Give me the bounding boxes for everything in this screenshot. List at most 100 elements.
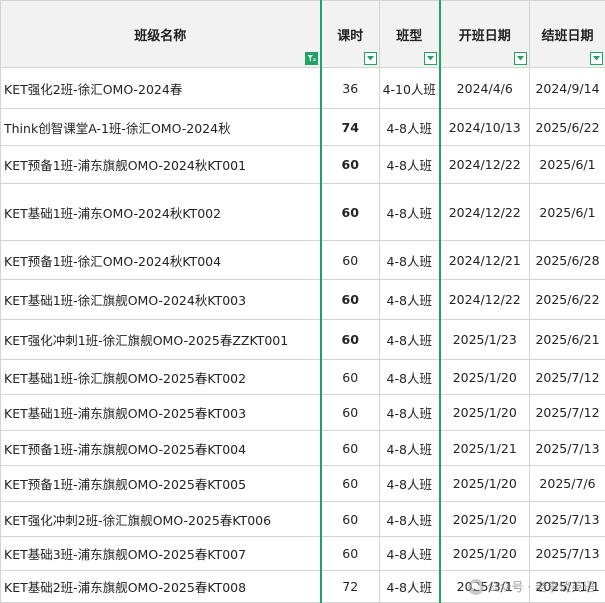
table-row[interactable]: KET预备1班-浦东旗舰OMO-2025春KT004604-8人班2025/1/… <box>1 431 605 466</box>
cell-class-type[interactable]: 4-8人班 <box>380 571 440 603</box>
cell-end-date[interactable]: 2024/9/14 <box>530 68 605 109</box>
cell-class-name[interactable]: KET基础1班-徐汇旗舰OMO-2024秋KT003 <box>1 280 321 320</box>
cell-class-type[interactable]: 4-8人班 <box>380 146 440 184</box>
cell-end-date[interactable]: 2025/11/1 <box>530 571 605 603</box>
cell-class-name[interactable]: KET预备1班-浦东旗舰OMO-2025春KT005 <box>1 466 321 502</box>
header-row: 班级名称 课时 班型 <box>1 1 605 68</box>
cell-class-name[interactable]: KET预备1班-浦东旗舰OMO-2025春KT004 <box>1 431 321 466</box>
table-row[interactable]: KET基础1班-徐汇旗舰OMO-2024秋KT003604-8人班2024/12… <box>1 280 605 320</box>
class-table: 班级名称 课时 班型 <box>0 0 605 603</box>
cell-end-date[interactable]: 2025/7/6 <box>530 466 605 502</box>
cell-end-date[interactable]: 2025/7/13 <box>530 502 605 537</box>
table-row[interactable]: KET基础3班-浦东旗舰OMO-2025春KT007604-8人班2025/1/… <box>1 537 605 571</box>
header-hours[interactable]: 课时 <box>321 1 380 68</box>
cell-end-date[interactable]: 2025/6/22 <box>530 109 605 146</box>
cell-start-date[interactable]: 2025/1/20 <box>440 466 530 502</box>
cell-class-name[interactable]: Think创智课堂A-1班-徐汇OMO-2024秋 <box>1 109 321 146</box>
cell-class-name[interactable]: KET强化冲刺2班-徐汇旗舰OMO-2025春KT006 <box>1 502 321 537</box>
table-row[interactable]: KET基础1班-浦东旗舰OMO-2025春KT003604-8人班2025/1/… <box>1 395 605 431</box>
cell-end-date[interactable]: 2025/7/13 <box>530 431 605 466</box>
header-label: 班级名称 <box>134 29 186 44</box>
cell-end-date[interactable]: 2025/6/21 <box>530 320 605 360</box>
cell-hours[interactable]: 36 <box>321 68 380 109</box>
cell-start-date[interactable]: 2024/12/22 <box>440 280 530 320</box>
cell-class-name[interactable]: KET基础2班-浦东旗舰OMO-2025春KT008 <box>1 571 321 603</box>
table-row[interactable]: KET预备1班-浦东旗舰OMO-2025春KT005604-8人班2025/1/… <box>1 466 605 502</box>
cell-class-type[interactable]: 4-8人班 <box>380 537 440 571</box>
filter-dropdown-icon[interactable] <box>514 52 527 65</box>
cell-class-name[interactable]: KET强化冲刺1班-徐汇旗舰OMO-2025春ZZKT001 <box>1 320 321 360</box>
cell-start-date[interactable]: 2025/1/20 <box>440 360 530 395</box>
cell-hours[interactable]: 60 <box>321 360 380 395</box>
header-label: 开班日期 <box>459 29 511 44</box>
table-row[interactable]: Think创智课堂A-1班-徐汇OMO-2024秋744-8人班2024/10/… <box>1 109 605 146</box>
cell-class-name[interactable]: KET强化2班-徐汇OMO-2024春 <box>1 68 321 109</box>
cell-class-type[interactable]: 4-8人班 <box>380 431 440 466</box>
cell-end-date[interactable]: 2025/6/1 <box>530 146 605 184</box>
header-start-date[interactable]: 开班日期 <box>440 1 530 68</box>
header-end-date[interactable]: 结班日期 <box>530 1 605 68</box>
cell-start-date[interactable]: 2024/12/22 <box>440 184 530 241</box>
cell-class-type[interactable]: 4-8人班 <box>380 109 440 146</box>
cell-class-type[interactable]: 4-8人班 <box>380 466 440 502</box>
cell-end-date[interactable]: 2025/7/12 <box>530 395 605 431</box>
cell-end-date[interactable]: 2025/7/13 <box>530 537 605 571</box>
header-label: 班型 <box>396 29 422 44</box>
cell-hours[interactable]: 60 <box>321 395 380 431</box>
cell-hours[interactable]: 74 <box>321 109 380 146</box>
table-row[interactable]: KET强化冲刺1班-徐汇旗舰OMO-2025春ZZKT001604-8人班202… <box>1 320 605 360</box>
cell-start-date[interactable]: 2024/12/22 <box>440 146 530 184</box>
cell-start-date[interactable]: 2025/1/21 <box>440 431 530 466</box>
cell-class-type[interactable]: 4-8人班 <box>380 502 440 537</box>
cell-class-type[interactable]: 4-8人班 <box>380 395 440 431</box>
cell-end-date[interactable]: 2025/6/1 <box>530 184 605 241</box>
cell-hours[interactable]: 60 <box>321 431 380 466</box>
cell-class-name[interactable]: KET基础1班-浦东旗舰OMO-2025春KT003 <box>1 395 321 431</box>
cell-start-date[interactable]: 2025/1/20 <box>440 537 530 571</box>
cell-start-date[interactable]: 2025/3/1 <box>440 571 530 603</box>
cell-start-date[interactable]: 2025/1/20 <box>440 395 530 431</box>
cell-class-type[interactable]: 4-8人班 <box>380 241 440 280</box>
cell-hours[interactable]: 60 <box>321 146 380 184</box>
cell-hours[interactable]: 60 <box>321 502 380 537</box>
cell-class-name[interactable]: KET预备1班-徐汇OMO-2024秋KT004 <box>1 241 321 280</box>
cell-class-name[interactable]: KET预备1班-浦东旗舰OMO-2024秋KT001 <box>1 146 321 184</box>
cell-class-type[interactable]: 4-10人班 <box>380 68 440 109</box>
table-row[interactable]: KET强化冲刺2班-徐汇旗舰OMO-2025春KT006604-8人班2025/… <box>1 502 605 537</box>
header-class-type[interactable]: 班型 <box>380 1 440 68</box>
cell-start-date[interactable]: 2024/4/6 <box>440 68 530 109</box>
cell-class-type[interactable]: 4-8人班 <box>380 184 440 241</box>
table-row[interactable]: KET预备1班-徐汇OMO-2024秋KT004604-8人班2024/12/2… <box>1 241 605 280</box>
cell-start-date[interactable]: 2025/1/20 <box>440 502 530 537</box>
cell-start-date[interactable]: 2025/1/23 <box>440 320 530 360</box>
filter-active-icon[interactable] <box>305 52 318 65</box>
cell-end-date[interactable]: 2025/6/28 <box>530 241 605 280</box>
cell-class-type[interactable]: 4-8人班 <box>380 280 440 320</box>
cell-hours[interactable]: 60 <box>321 241 380 280</box>
cell-class-type[interactable]: 4-8人班 <box>380 320 440 360</box>
cell-class-name[interactable]: KET基础1班-浦东OMO-2024秋KT002 <box>1 184 321 241</box>
cell-hours[interactable]: 60 <box>321 537 380 571</box>
filter-dropdown-icon[interactable] <box>424 52 437 65</box>
table-row[interactable]: KET基础1班-浦东OMO-2024秋KT002604-8人班2024/12/2… <box>1 184 605 241</box>
table-row[interactable]: KET强化2班-徐汇OMO-2024春364-10人班2024/4/62024/… <box>1 68 605 109</box>
cell-class-name[interactable]: KET基础1班-徐汇旗舰OMO-2025春KT002 <box>1 360 321 395</box>
header-class-name[interactable]: 班级名称 <box>1 1 321 68</box>
cell-end-date[interactable]: 2025/6/22 <box>530 280 605 320</box>
cell-start-date[interactable]: 2024/10/13 <box>440 109 530 146</box>
cell-hours[interactable]: 60 <box>321 184 380 241</box>
cell-hours[interactable]: 60 <box>321 466 380 502</box>
cell-hours[interactable]: 60 <box>321 280 380 320</box>
header-label: 课时 <box>337 29 363 44</box>
cell-class-name[interactable]: KET基础3班-浦东旗舰OMO-2025春KT007 <box>1 537 321 571</box>
table-row[interactable]: KET基础2班-浦东旗舰OMO-2025春KT008724-8人班2025/3/… <box>1 571 605 603</box>
filter-dropdown-icon[interactable] <box>364 52 377 65</box>
table-row[interactable]: KET预备1班-浦东旗舰OMO-2024秋KT001604-8人班2024/12… <box>1 146 605 184</box>
cell-hours[interactable]: 60 <box>321 320 380 360</box>
cell-start-date[interactable]: 2024/12/21 <box>440 241 530 280</box>
cell-end-date[interactable]: 2025/7/12 <box>530 360 605 395</box>
cell-class-type[interactable]: 4-8人班 <box>380 360 440 395</box>
table-row[interactable]: KET基础1班-徐汇旗舰OMO-2025春KT002604-8人班2025/1/… <box>1 360 605 395</box>
cell-hours[interactable]: 72 <box>321 571 380 603</box>
filter-dropdown-icon[interactable] <box>590 52 603 65</box>
